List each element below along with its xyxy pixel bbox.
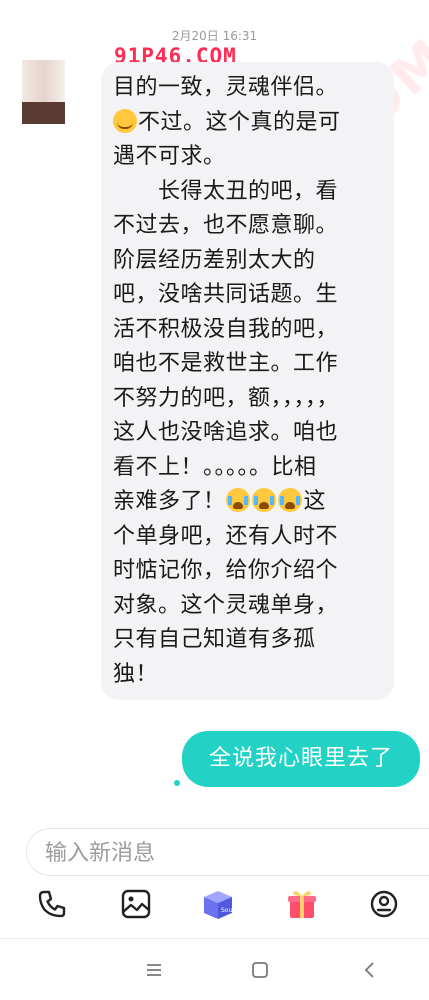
menu-icon[interactable]: [140, 956, 168, 984]
toolbar: Soul: [0, 886, 429, 930]
message-line: 不过去，也不愿意聊。: [113, 213, 339, 238]
message-line: 时惦记你，给你介绍个: [113, 558, 339, 583]
crying-emoji-icon: [225, 488, 250, 512]
message-line: 看不上！。。。。。比相: [113, 454, 317, 480]
avatar[interactable]: [22, 60, 65, 124]
message-line: 对象。这个灵魂单身，: [113, 592, 339, 618]
message-line: 不过。这个真的是可: [113, 106, 384, 141]
image-icon[interactable]: [118, 886, 154, 922]
gift-icon[interactable]: [284, 886, 320, 922]
message-line: 阶层经历差别太大的: [113, 247, 316, 273]
message-line: 亲难多了！这: [113, 488, 327, 514]
crying-emoji-icon: [277, 488, 302, 512]
message-line: 咱也不是救世主。工作: [113, 351, 339, 376]
message-input[interactable]: [43, 829, 429, 877]
message-input-container: [26, 828, 429, 877]
svg-text:Soul: Soul: [221, 907, 234, 914]
message-line: 只有自己知道有多孤: [113, 627, 316, 652]
outgoing-message-bubble: 全说我心眼里去了: [182, 731, 420, 787]
system-nav-bar: [0, 952, 429, 988]
back-icon[interactable]: [356, 956, 384, 984]
at-icon[interactable]: [366, 886, 402, 922]
message-line: 这人也没啥追求。咱也: [113, 420, 339, 445]
sent-status-dot: [174, 780, 180, 786]
message-line: 不努力的吧，额，，，，，: [113, 385, 340, 411]
home-icon[interactable]: [246, 956, 274, 984]
blush-emoji-icon: [113, 108, 137, 133]
incoming-message-bubble: 目的一致，灵魂伴侣。 不过。这个真的是可 遇不可求。 长得太丑的吧，看 不过去，…: [101, 62, 394, 700]
message-line: 长得太丑的吧，看: [113, 178, 339, 204]
soul-box-icon[interactable]: Soul: [200, 886, 236, 922]
message-line: 独！: [113, 661, 159, 687]
message-line: 遇不可求。: [113, 144, 226, 169]
message-line: 活不积极没自我的吧，: [113, 316, 339, 342]
message-timestamp: 2月20日 16:31: [171, 29, 258, 43]
message-line: 个单身吧，还有人时不: [113, 523, 339, 549]
message-line: 吧，没啥共同话题。生: [113, 282, 339, 307]
phone-icon[interactable]: [34, 886, 70, 922]
crying-emoji-icon: [251, 488, 276, 512]
message-line: 目的一致，灵魂伴侣。: [113, 75, 339, 100]
divider: [0, 938, 429, 939]
